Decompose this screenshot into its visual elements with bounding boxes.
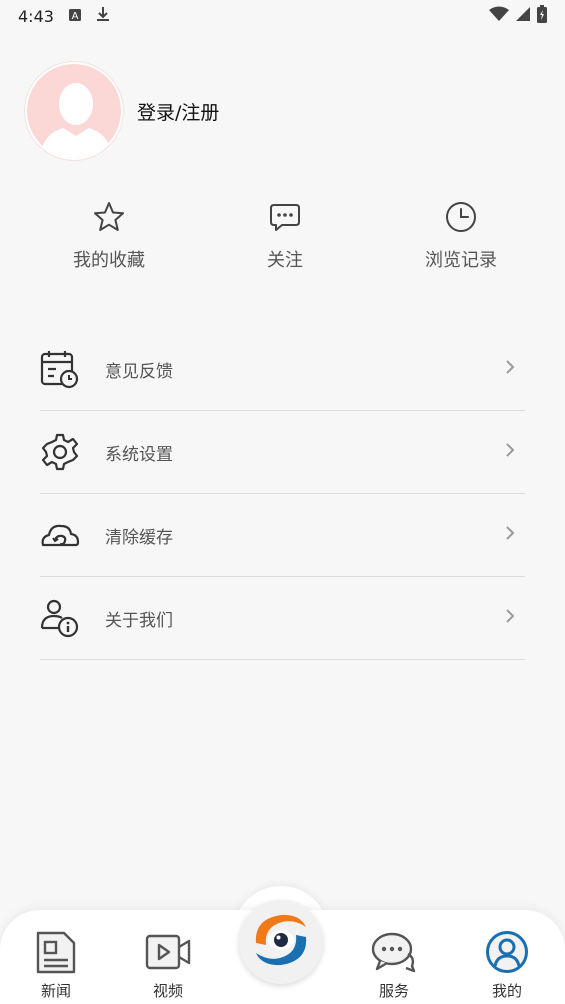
profile-icon — [485, 930, 529, 978]
quick-item-label: 关注 — [267, 250, 303, 271]
menu-item-label: 清除缓存 — [105, 527, 173, 548]
settings-menu: 意见反馈 系统设置 清除缓存 关于我们 — [40, 328, 525, 660]
chat-icon — [268, 200, 302, 238]
login-register-link[interactable]: 登录/注册 — [137, 98, 219, 125]
menu-item-label: 系统设置 — [105, 444, 173, 465]
menu-item-label: 关于我们 — [105, 610, 173, 631]
news-icon — [34, 930, 78, 978]
quick-item-favorites[interactable]: 我的收藏 — [39, 200, 179, 272]
battery-icon — [537, 5, 547, 27]
chevron-right-icon — [505, 359, 515, 379]
menu-item-settings[interactable]: 系统设置 — [40, 411, 525, 494]
clock-icon — [444, 200, 478, 238]
tab-label: 新闻 — [40, 982, 71, 1000]
tab-mine[interactable]: 我的 — [467, 930, 547, 1001]
tab-video[interactable]: 视频 — [128, 930, 208, 1001]
download-icon — [96, 6, 110, 26]
star-icon — [92, 200, 126, 238]
quick-item-history[interactable]: 浏览记录 — [391, 200, 531, 272]
tab-label: 我的 — [491, 982, 522, 1000]
center-home-button[interactable] — [239, 900, 323, 984]
cloud-refresh-icon — [40, 515, 80, 555]
chevron-right-icon — [505, 525, 515, 545]
status-time: 4:43 — [18, 6, 54, 26]
tab-label: 服务 — [378, 982, 409, 1000]
a-box-icon: A — [68, 7, 82, 26]
avatar[interactable] — [25, 62, 123, 160]
calendar-clock-icon — [40, 349, 80, 389]
chevron-right-icon — [505, 608, 515, 628]
quick-item-label: 我的收藏 — [73, 250, 145, 271]
signal-icon — [515, 6, 531, 26]
service-chat-icon — [370, 930, 418, 978]
quick-item-label: 浏览记录 — [425, 250, 497, 271]
status-bar: 4:43 A — [0, 0, 565, 32]
profile-header[interactable]: 登录/注册 — [25, 62, 219, 160]
app-logo-icon — [248, 907, 314, 977]
default-user-icon — [39, 83, 113, 158]
menu-item-clear-cache[interactable]: 清除缓存 — [40, 494, 525, 577]
tab-news[interactable]: 新闻 — [16, 930, 96, 1001]
menu-item-about[interactable]: 关于我们 — [40, 577, 525, 660]
chevron-right-icon — [505, 442, 515, 462]
wifi-icon — [489, 6, 509, 26]
menu-item-label: 意见反馈 — [105, 361, 173, 382]
user-info-icon — [40, 598, 80, 638]
video-icon — [144, 930, 192, 978]
gear-icon — [40, 432, 80, 472]
svg-text:A: A — [72, 11, 79, 22]
tab-label: 视频 — [152, 982, 183, 1000]
menu-item-feedback[interactable]: 意见反馈 — [40, 328, 525, 411]
tab-service[interactable]: 服务 — [354, 930, 434, 1001]
quick-item-follow[interactable]: 关注 — [215, 200, 355, 272]
